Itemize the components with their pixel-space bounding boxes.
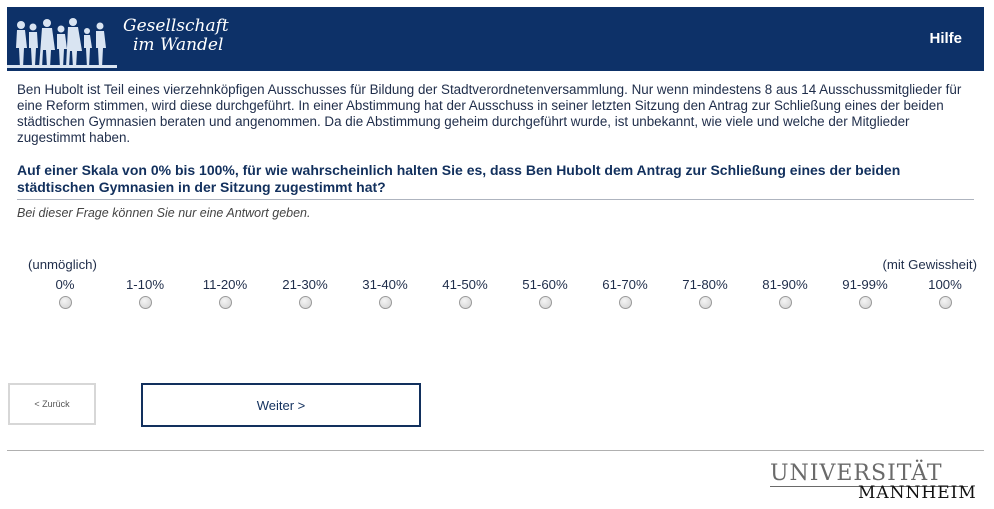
scale-option-label: 31-40% <box>362 277 408 292</box>
university-logo-line2: MANNHEIM <box>858 483 977 503</box>
scale-option-label: 81-90% <box>762 277 808 292</box>
scale-option-radio[interactable] <box>459 296 472 309</box>
answer-hint: Bei dieser Frage können Sie nur eine Ant… <box>17 206 311 220</box>
scale-option-label: 71-80% <box>682 277 728 292</box>
footer-divider <box>7 450 984 451</box>
divider <box>17 199 974 200</box>
logo-title-line2: im Wandel <box>133 35 224 55</box>
scale-option-radio[interactable] <box>859 296 872 309</box>
scale-option-label: 11-20% <box>202 277 248 292</box>
logo-title: Gesellschaft im Wandel <box>123 17 229 55</box>
scale-option-label: 0% <box>55 277 75 292</box>
scale-option-label: 51-60% <box>522 277 568 292</box>
next-button[interactable]: Weiter > <box>141 383 421 427</box>
scale-option-radio[interactable] <box>379 296 392 309</box>
scale-option-radio[interactable] <box>779 296 792 309</box>
scale-option-radio[interactable] <box>939 296 952 309</box>
scale-anchor-left: (unmöglich) <box>28 257 97 272</box>
scale-option-radio[interactable] <box>539 296 552 309</box>
scale-option-radio[interactable] <box>59 296 72 309</box>
scale-option-label: 41-50% <box>442 277 488 292</box>
people-silhouette-icon <box>7 18 117 68</box>
scale-option-radio[interactable] <box>219 296 232 309</box>
scale-option-label: 100% <box>928 277 962 292</box>
help-link[interactable]: Hilfe <box>929 30 962 47</box>
scale-option-label: 91-99% <box>842 277 888 292</box>
scale-anchor-right: (mit Gewissheit) <box>882 257 977 272</box>
question-text: Auf einer Skala von 0% bis 100%, für wie… <box>17 162 901 195</box>
logo-title-line1: Gesellschaft <box>123 16 229 36</box>
scale-option-radio[interactable] <box>699 296 712 309</box>
scale-option-label: 1-10% <box>125 277 165 292</box>
scale-option-radio[interactable] <box>139 296 152 309</box>
scale-option-label: 61-70% <box>602 277 648 292</box>
intro-text: Ben Hubolt ist Teil eines vierzehnköpfig… <box>17 82 962 145</box>
logo: Gesellschaft im Wandel <box>7 7 247 71</box>
header-bar: Gesellschaft im Wandel Hilfe <box>7 7 984 71</box>
scale-option-radio[interactable] <box>299 296 312 309</box>
scale-option-label: 21-30% <box>282 277 328 292</box>
scale-option-radio[interactable] <box>619 296 632 309</box>
back-button[interactable]: < Zurück <box>8 383 96 425</box>
